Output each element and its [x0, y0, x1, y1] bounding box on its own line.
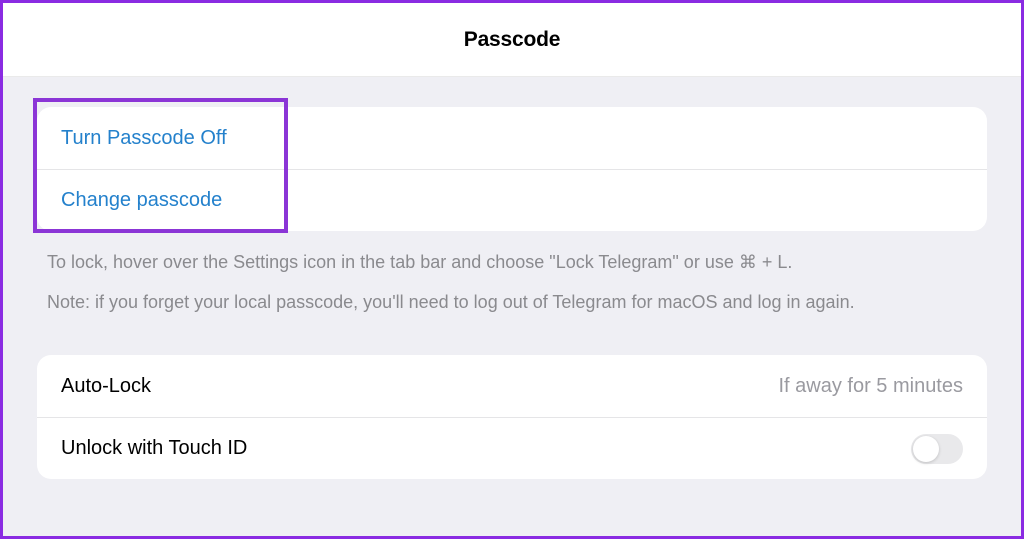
forget-hint-text: Note: if you forget your local passcode,… [47, 289, 977, 315]
page-title: Passcode [464, 28, 560, 52]
content-area: Turn Passcode Off Change passcode To loc… [3, 77, 1021, 536]
turn-passcode-off-label: Turn Passcode Off [61, 127, 227, 150]
touch-id-toggle[interactable] [911, 434, 963, 464]
footnotes: To lock, hover over the Settings icon in… [37, 231, 987, 355]
auto-lock-label: Auto-Lock [61, 375, 151, 398]
change-passcode-button[interactable]: Change passcode [37, 169, 987, 231]
touch-id-label: Unlock with Touch ID [61, 437, 247, 460]
passcode-actions-card: Turn Passcode Off Change passcode [37, 107, 987, 231]
touch-id-row: Unlock with Touch ID [37, 417, 987, 479]
header: Passcode [3, 3, 1021, 77]
auto-lock-value: If away for 5 minutes [778, 375, 963, 398]
turn-passcode-off-button[interactable]: Turn Passcode Off [37, 107, 987, 169]
auto-lock-row[interactable]: Auto-Lock If away for 5 minutes [37, 355, 987, 417]
lock-hint-text: To lock, hover over the Settings icon in… [47, 249, 977, 275]
options-card: Auto-Lock If away for 5 minutes Unlock w… [37, 355, 987, 479]
change-passcode-label: Change passcode [61, 189, 222, 212]
